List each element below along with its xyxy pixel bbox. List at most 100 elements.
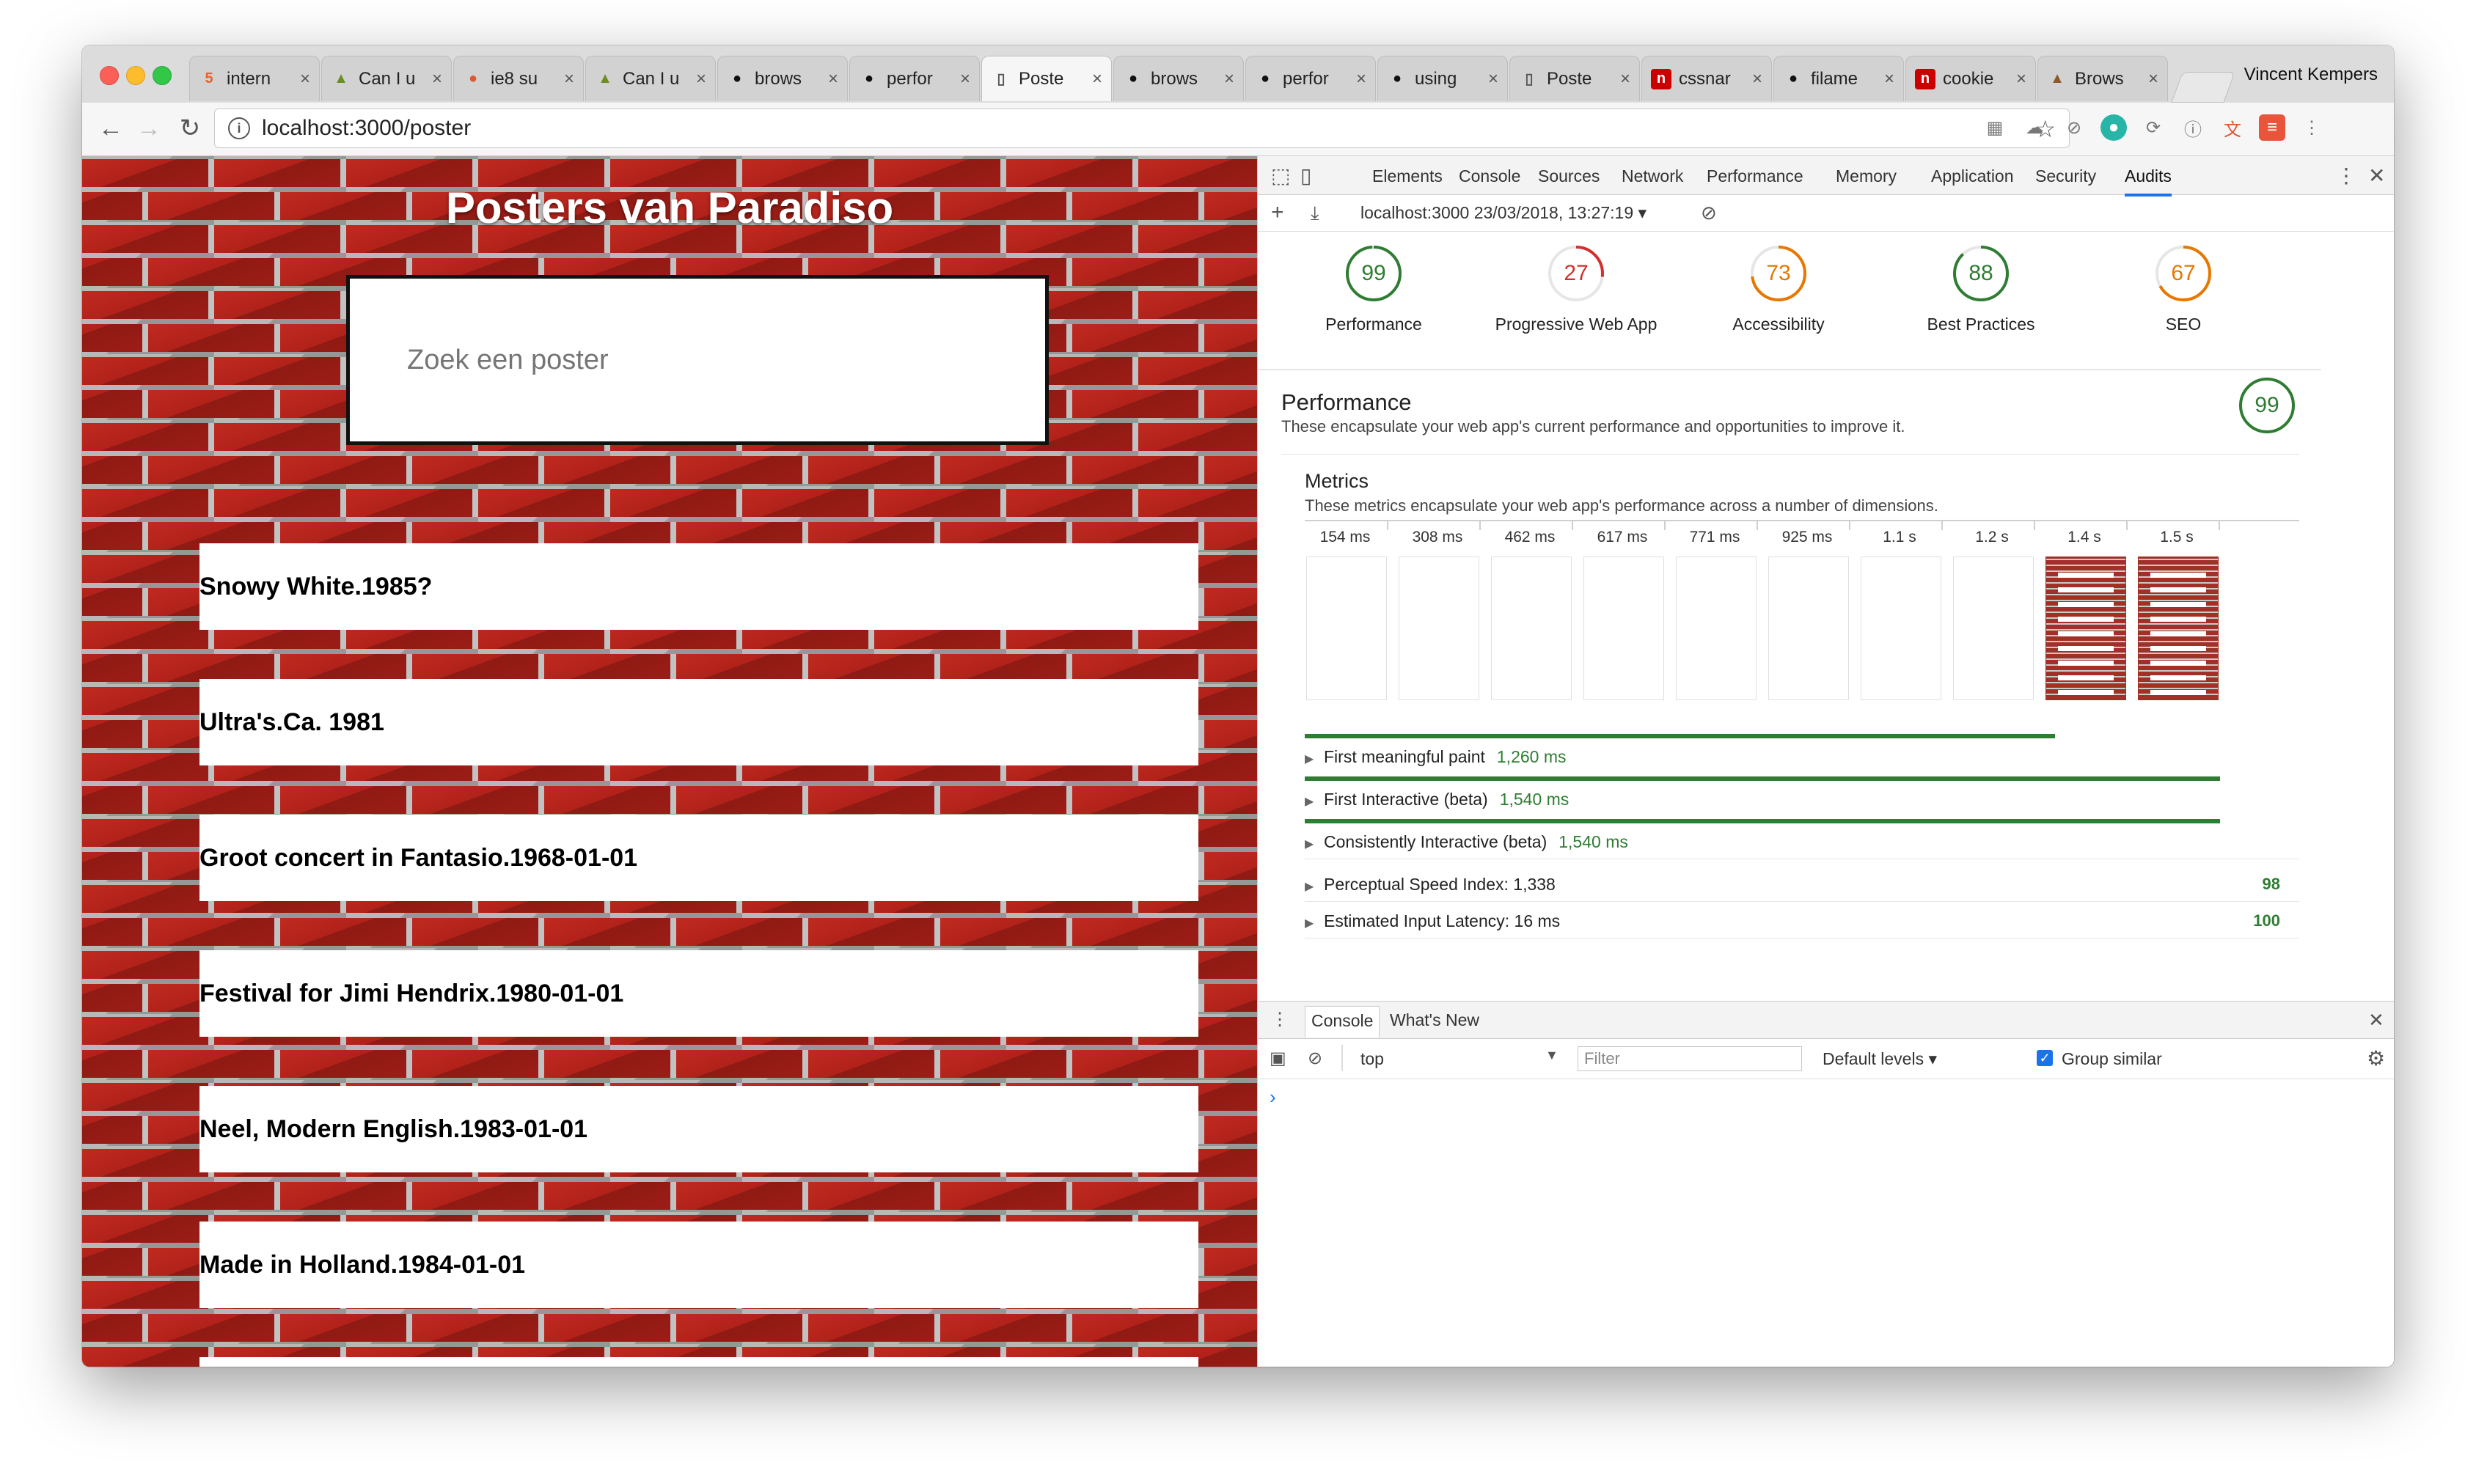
- site-info-icon[interactable]: i: [228, 117, 250, 139]
- translate-icon[interactable]: 文: [2219, 114, 2246, 141]
- browser-tab[interactable]: ▲ Can I u ×: [321, 56, 452, 101]
- tab-close-icon[interactable]: ×: [2148, 69, 2158, 89]
- console-sidebar-icon[interactable]: ▣: [1270, 1048, 1286, 1069]
- browser-tab[interactable]: ▯ Poste ×: [1509, 56, 1640, 101]
- tab-close-icon[interactable]: ×: [960, 69, 970, 89]
- score-gauge[interactable]: 99 Performance: [1278, 244, 1469, 334]
- poster-list-item[interactable]: Ultra's. Ca. 1981: [199, 679, 1198, 765]
- tab-close-icon[interactable]: ×: [696, 69, 706, 89]
- poster-list-item[interactable]: Neel, Modern English. 1983-01-01: [199, 1086, 1198, 1172]
- devtools-tab-performance[interactable]: Performance: [1707, 166, 1803, 186]
- score-gauge[interactable]: 73 Accessibility: [1683, 244, 1874, 334]
- profile-name[interactable]: Vincent Kempers: [2244, 65, 2378, 85]
- expand-arrow-icon[interactable]: ▶: [1305, 879, 1324, 894]
- score-gauge[interactable]: 27 Progressive Web App: [1481, 244, 1671, 334]
- close-window-button[interactable]: [100, 66, 119, 85]
- device-toolbar-icon[interactable]: ▯: [1300, 164, 1311, 188]
- tab-close-icon[interactable]: ×: [1356, 69, 1366, 89]
- metric-row[interactable]: ▶ First Interactive (beta) 1,540 ms: [1305, 790, 2299, 809]
- tab-close-icon[interactable]: ×: [432, 69, 442, 89]
- browser-tab[interactable]: ▯ Poste ×: [981, 56, 1112, 101]
- devtools-tab-application[interactable]: Application: [1931, 166, 2014, 186]
- devtools-tab-audits[interactable]: Audits: [2125, 166, 2172, 196]
- group-similar-checkbox[interactable]: ✓: [2037, 1050, 2053, 1066]
- drawer-close-icon[interactable]: ✕: [2368, 1009, 2384, 1032]
- clear-console-icon[interactable]: ⊘: [1308, 1048, 1322, 1069]
- maximize-window-button[interactable]: [153, 66, 172, 85]
- metric-row[interactable]: ▶ Estimated Input Latency: 16 ms 100: [1305, 911, 2299, 931]
- console-filter-input[interactable]: Filter: [1578, 1046, 1802, 1071]
- browser-tab[interactable]: ● brows ×: [1113, 56, 1244, 101]
- console-settings-gear-icon[interactable]: ⚙: [2367, 1046, 2385, 1070]
- clear-reports-icon[interactable]: ⊘: [1701, 202, 1717, 224]
- back-arrow-icon[interactable]: ←: [92, 110, 129, 147]
- teal-extension-icon[interactable]: ●: [2100, 114, 2127, 141]
- metric-row[interactable]: ▶ Perceptual Speed Index: 1,338 98: [1305, 875, 2299, 895]
- minimize-window-button[interactable]: [126, 66, 145, 85]
- tab-close-icon[interactable]: ×: [300, 69, 310, 89]
- tab-close-icon[interactable]: ×: [828, 69, 838, 89]
- forward-arrow-icon[interactable]: →: [131, 110, 167, 147]
- no-track-icon[interactable]: ⊘: [2061, 114, 2087, 141]
- browser-tab[interactable]: ● ie8 su ×: [453, 56, 584, 101]
- drawer-menu-icon[interactable]: ⋮: [1271, 1009, 1289, 1030]
- poster-list-item[interactable]: Festival for Jimi Hendrix. 1980-01-01: [199, 950, 1198, 1037]
- todoist-icon[interactable]: ≡: [2259, 114, 2285, 141]
- tab-close-icon[interactable]: ×: [1488, 69, 1498, 89]
- poster-list-item[interactable]: Groot concert in Fantasio. 1968-01-01: [199, 815, 1198, 901]
- devtools-tab-elements[interactable]: Elements: [1372, 166, 1443, 186]
- cloud-icon[interactable]: ☁: [2021, 114, 2048, 141]
- devtools-close-icon[interactable]: ✕: [2368, 164, 2385, 188]
- report-selector[interactable]: localhost:3000 23/03/2018, 13:27:19 ▾: [1360, 203, 1647, 223]
- poster-list-item[interactable]: Made in Holland.1984-01-01: [199, 1357, 1198, 1367]
- poster-list-item[interactable]: Made in Holland.1984-01-01: [199, 1222, 1198, 1308]
- devtools-tab-console[interactable]: Console: [1459, 166, 1520, 186]
- poster-search-input[interactable]: Zoek een poster: [346, 275, 1049, 445]
- drawer-tab-console[interactable]: Console: [1305, 1006, 1380, 1037]
- poster-list-item[interactable]: Snowy White. 1985?: [199, 543, 1198, 630]
- tab-close-icon[interactable]: ×: [1224, 69, 1234, 89]
- browser-tab[interactable]: ● perfor ×: [849, 56, 980, 101]
- sync-icon[interactable]: ⟳: [2140, 114, 2166, 141]
- browser-tab[interactable]: ▲ Brows ×: [2037, 56, 2168, 101]
- browser-tab[interactable]: n cookie ×: [1905, 56, 2036, 101]
- context-dropdown-icon[interactable]: ▼: [1545, 1048, 1559, 1063]
- log-levels-dropdown[interactable]: Default levels ▾: [1823, 1049, 1937, 1069]
- tab-close-icon[interactable]: ×: [1620, 69, 1630, 89]
- tab-close-icon[interactable]: ×: [564, 69, 574, 89]
- drawer-tab-whats-new[interactable]: What's New: [1384, 1009, 1485, 1032]
- context-selector[interactable]: top: [1360, 1049, 1384, 1069]
- expand-arrow-icon[interactable]: ▶: [1305, 752, 1324, 766]
- browser-tab[interactable]: ● brows ×: [717, 56, 848, 101]
- reload-icon[interactable]: ↻: [172, 110, 208, 147]
- extension-grid-icon[interactable]: ▦: [1982, 114, 2008, 141]
- address-bar[interactable]: i localhost:3000/poster ☆: [214, 109, 2070, 148]
- browser-tab[interactable]: ▲ Can I u ×: [585, 56, 716, 101]
- console-prompt[interactable]: ›: [1270, 1086, 1276, 1109]
- tab-close-icon[interactable]: ×: [1092, 69, 1102, 89]
- expand-arrow-icon[interactable]: ▶: [1305, 916, 1324, 930]
- info-extension-icon[interactable]: ⓘ: [2180, 114, 2206, 141]
- new-tab-button[interactable]: [2171, 72, 2235, 103]
- devtools-tab-network[interactable]: Network: [1622, 166, 1683, 186]
- add-audit-icon[interactable]: +: [1271, 200, 1284, 225]
- inspect-element-icon[interactable]: ⬚: [1271, 164, 1290, 188]
- devtools-tab-memory[interactable]: Memory: [1836, 166, 1897, 186]
- browser-tab[interactable]: ● perfor ×: [1245, 56, 1376, 101]
- metric-row[interactable]: ▶ First meaningful paint 1,260 ms: [1305, 747, 2299, 767]
- download-report-icon[interactable]: ⤓: [1311, 202, 1319, 225]
- tab-close-icon[interactable]: ×: [1752, 69, 1762, 89]
- metric-row[interactable]: ▶ Consistently Interactive (beta) 1,540 ms: [1305, 832, 2299, 852]
- expand-arrow-icon[interactable]: ▶: [1305, 837, 1324, 851]
- browser-tab[interactable]: 5 intern ×: [189, 56, 320, 101]
- browser-tab[interactable]: ● filame ×: [1773, 56, 1904, 101]
- tab-close-icon[interactable]: ×: [2016, 69, 2026, 89]
- devtools-menu-icon[interactable]: ⋮: [2336, 164, 2356, 188]
- expand-arrow-icon[interactable]: ▶: [1305, 794, 1324, 809]
- browser-tab[interactable]: n cssnar ×: [1641, 56, 1772, 101]
- browser-tab[interactable]: ● using ×: [1377, 56, 1508, 101]
- devtools-tab-sources[interactable]: Sources: [1538, 166, 1600, 186]
- tab-close-icon[interactable]: ×: [1884, 69, 1894, 89]
- devtools-tab-security[interactable]: Security: [2035, 166, 2096, 186]
- score-gauge[interactable]: 88 Best Practices: [1886, 244, 2076, 334]
